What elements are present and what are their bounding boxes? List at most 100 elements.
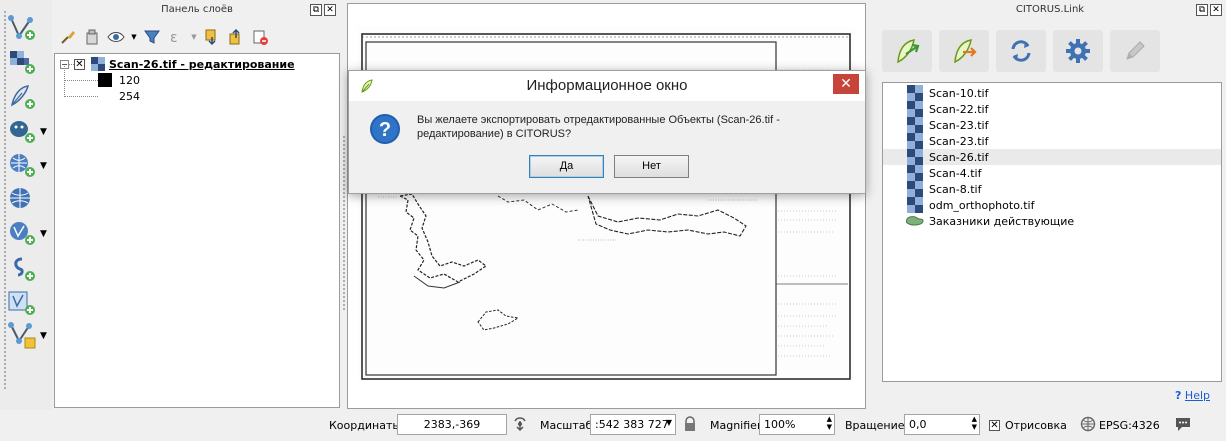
raster-file-icon: [905, 165, 925, 181]
coordinates-label: Координаты: [329, 419, 402, 432]
help-link-label: Help: [1184, 389, 1210, 402]
map-canvas[interactable]: [347, 3, 866, 409]
dialog-titlebar[interactable]: Информационное окно ✕: [349, 71, 865, 101]
rotation-label: Вращение: [845, 419, 905, 432]
chevron-down-icon[interactable]: ▼: [40, 127, 47, 137]
chevron-down-icon[interactable]: ▼: [40, 331, 47, 341]
close-panel-button[interactable]: ✕: [324, 4, 336, 16]
spin-arrows-icon[interactable]: ▲ ▼: [827, 415, 832, 431]
file-list-item[interactable]: Scan-23.tif: [883, 117, 1221, 133]
coordinates-field[interactable]: 2383,-369: [397, 414, 507, 435]
file-list-item[interactable]: Scan-4.tif: [883, 165, 1221, 181]
close-panel-button[interactable]: ✕: [1210, 4, 1222, 16]
add-delimited-text-layer-icon[interactable]: [6, 83, 36, 111]
collapse-all-icon[interactable]: [226, 27, 246, 47]
legend-item: 120: [64, 72, 140, 88]
layer-row[interactable]: − ✕ Scan-26.tif - редактирование: [60, 56, 295, 72]
magnifier-spinbox[interactable]: 100% ▲ ▼: [759, 414, 835, 435]
citorus-panel-title: CITORUS.Link: [1015, 4, 1085, 15]
export-to-citorus-button[interactable]: [939, 30, 989, 72]
spin-arrows-icon[interactable]: ▲ ▼: [972, 415, 977, 431]
edit-button[interactable]: [1110, 30, 1160, 72]
float-panel-button[interactable]: ⧉: [310, 4, 322, 16]
raster-file-icon: [905, 117, 925, 133]
chevron-down-icon[interactable]: ▼: [130, 27, 138, 47]
file-list-item[interactable]: Scan-8.tif: [883, 181, 1221, 197]
raster-file-icon: [905, 133, 925, 149]
tree-line: [64, 79, 98, 81]
chevron-down-icon[interactable]: ▼: [40, 161, 47, 171]
toggle-extents-icon[interactable]: [511, 415, 529, 433]
help-link[interactable]: ? Help: [1175, 389, 1210, 402]
crs-label[interactable]: EPSG:4326: [1099, 419, 1160, 432]
messages-icon[interactable]: [1174, 415, 1192, 433]
add-wfs-layer-icon[interactable]: ▼: [6, 219, 47, 247]
add-virtual-layer-icon[interactable]: [6, 255, 36, 283]
file-list-item[interactable]: Заказники действующие: [883, 213, 1221, 229]
float-panel-button[interactable]: ⧉: [1196, 4, 1208, 16]
chevron-down-icon[interactable]: ▼: [190, 27, 198, 47]
settings-button[interactable]: [1053, 30, 1103, 72]
crs-globe-icon[interactable]: [1080, 416, 1096, 432]
layer-name[interactable]: Scan-26.tif - редактирование: [109, 58, 295, 71]
refresh-icon: [1011, 40, 1031, 62]
add-postgis-layer-icon[interactable]: ▼: [6, 117, 47, 145]
no-button[interactable]: Нет: [614, 155, 689, 178]
render-checkbox[interactable]: ✕: [989, 418, 1000, 431]
file-list-item[interactable]: Scan-10.tif: [883, 85, 1221, 101]
dialog-body: ? Вы желаете экспортировать отредактиров…: [349, 101, 865, 183]
file-list-item[interactable]: Scan-22.tif: [883, 101, 1221, 117]
add-group-icon[interactable]: [82, 27, 102, 47]
filter-expression-icon[interactable]: ε: [166, 27, 186, 47]
refresh-button[interactable]: [996, 30, 1046, 72]
layers-tree: − ✕ Scan-26.tif - редактирование 120 254: [54, 53, 340, 408]
filter-icon[interactable]: [142, 27, 162, 47]
info-dialog: Информационное окно ✕ ? Вы желаете экспо…: [348, 70, 866, 194]
new-shapefile-layer-icon[interactable]: [6, 289, 36, 317]
citorus-panel: CITORUS.Link ⧉ ✕ Scan-10.tif Scan-22.tif S…: [874, 0, 1226, 410]
lock-icon[interactable]: [683, 416, 697, 432]
magnifier-label: Magnifier: [710, 419, 762, 432]
layers-toolbar: ▼ ε ▼: [58, 26, 270, 48]
file-list-item[interactable]: Scan-26.tif: [883, 149, 1221, 165]
chevron-down-icon[interactable]: ▼: [40, 229, 47, 239]
pencil-icon: [1126, 41, 1145, 60]
style-manager-icon[interactable]: [58, 27, 78, 47]
dialog-message: Вы желаете экспортировать отредактирован…: [417, 114, 780, 140]
layers-panel: Панель слоёв ⧉ ✕ ▼ ε ▼ − ✕ Scan-26.tif -…: [52, 0, 342, 410]
add-raster-layer-icon[interactable]: [6, 48, 36, 76]
add-wms-layer-icon[interactable]: [6, 185, 36, 213]
rotation-spinbox[interactable]: 0,0 ▲ ▼: [904, 414, 980, 435]
new-spatialite-layer-icon[interactable]: ▼: [6, 321, 47, 349]
legend-item: 254: [64, 88, 140, 104]
raster-file-icon: [905, 197, 925, 213]
file-list-item[interactable]: Scan-23.tif: [883, 133, 1221, 149]
import-arrow-icon: [897, 39, 920, 64]
file-name: Scan-23.tif: [929, 118, 989, 132]
render-checkbox-mark[interactable]: ✕: [989, 420, 1000, 431]
svg-text:?: ?: [379, 119, 391, 141]
scale-combobox[interactable]: :542 383 727 ▼: [590, 414, 676, 435]
chevron-down-icon[interactable]: ▼: [666, 418, 672, 427]
legend-swatch-white: [98, 89, 112, 103]
svg-text:ε: ε: [170, 30, 178, 46]
splitter-handle[interactable]: [342, 135, 346, 310]
expand-all-icon[interactable]: [202, 27, 222, 47]
magnifier-value: 100%: [764, 418, 796, 431]
import-from-citorus-button[interactable]: [882, 30, 932, 72]
dialog-close-button[interactable]: ✕: [833, 74, 859, 94]
yes-button[interactable]: Да: [529, 155, 604, 178]
raster-layer-icon: [91, 57, 105, 71]
rotation-value: 0,0: [909, 418, 927, 431]
add-spatialite-layer-icon[interactable]: ▼: [6, 151, 47, 179]
raster-file-icon: [905, 101, 925, 117]
file-list-item[interactable]: odm_orthophoto.tif: [883, 197, 1221, 213]
file-name: Scan-8.tif: [929, 182, 982, 196]
layer-visibility-checkbox[interactable]: ✕: [74, 58, 85, 70]
tree-line: [64, 95, 98, 97]
remove-layer-icon[interactable]: [250, 27, 270, 47]
add-vector-layer-icon[interactable]: [6, 14, 36, 42]
layers-panel-title: Панель слоёв: [161, 4, 233, 15]
legend-value: 120: [119, 73, 140, 87]
visibility-eye-icon[interactable]: [106, 27, 126, 47]
